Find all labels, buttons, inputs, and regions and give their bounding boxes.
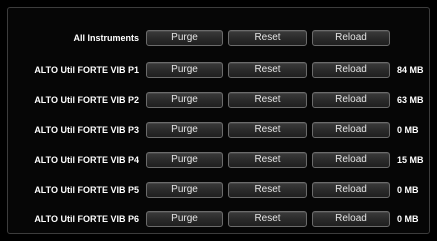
instrument-label: ALTO Util FORTE VIB P1 [34, 65, 139, 75]
memory-size: 63 MB [397, 95, 424, 105]
all-instruments-row: All Instruments Purge Reset Reload [0, 28, 437, 48]
instrument-row-p2: ALTO Util FORTE VIB P2 Purge Reset Reloa… [0, 90, 437, 110]
memory-size: 0 MB [397, 185, 419, 195]
instrument-label: ALTO Util FORTE VIB P5 [34, 185, 139, 195]
memory-size: 0 MB [397, 125, 419, 135]
purge-button[interactable]: Purge [146, 62, 223, 78]
reload-button[interactable]: Reload [312, 182, 390, 198]
purge-button[interactable]: Purge [146, 182, 223, 198]
reload-button[interactable]: Reload [312, 211, 390, 227]
reset-button[interactable]: Reset [228, 92, 307, 108]
reload-all-button[interactable]: Reload [312, 30, 390, 46]
purge-button[interactable]: Purge [146, 122, 223, 138]
reload-button[interactable]: Reload [312, 122, 390, 138]
reset-button[interactable]: Reset [228, 122, 307, 138]
purge-all-button[interactable]: Purge [146, 30, 223, 46]
purge-button[interactable]: Purge [146, 92, 223, 108]
memory-size: 15 MB [397, 155, 424, 165]
purge-button[interactable]: Purge [146, 152, 223, 168]
all-instruments-label: All Instruments [73, 33, 139, 43]
reset-button[interactable]: Reset [228, 152, 307, 168]
instrument-row-p3: ALTO Util FORTE VIB P3 Purge Reset Reloa… [0, 120, 437, 140]
reset-all-button[interactable]: Reset [228, 30, 307, 46]
reload-button[interactable]: Reload [312, 152, 390, 168]
instrument-label: ALTO Util FORTE VIB P2 [34, 95, 139, 105]
reset-button[interactable]: Reset [228, 62, 307, 78]
instrument-label: ALTO Util FORTE VIB P3 [34, 125, 139, 135]
instrument-label: ALTO Util FORTE VIB P4 [34, 155, 139, 165]
memory-size: 84 MB [397, 65, 424, 75]
purge-button[interactable]: Purge [146, 211, 223, 227]
reset-button[interactable]: Reset [228, 211, 307, 227]
reload-button[interactable]: Reload [312, 92, 390, 108]
memory-size: 0 MB [397, 214, 419, 224]
instrument-row-p4: ALTO Util FORTE VIB P4 Purge Reset Reloa… [0, 150, 437, 170]
instrument-row-p6: ALTO Util FORTE VIB P6 Purge Reset Reloa… [0, 209, 437, 229]
instrument-label: ALTO Util FORTE VIB P6 [34, 214, 139, 224]
instrument-row-p5: ALTO Util FORTE VIB P5 Purge Reset Reloa… [0, 180, 437, 200]
instrument-row-p1: ALTO Util FORTE VIB P1 Purge Reset Reloa… [0, 60, 437, 80]
reload-button[interactable]: Reload [312, 62, 390, 78]
reset-button[interactable]: Reset [228, 182, 307, 198]
